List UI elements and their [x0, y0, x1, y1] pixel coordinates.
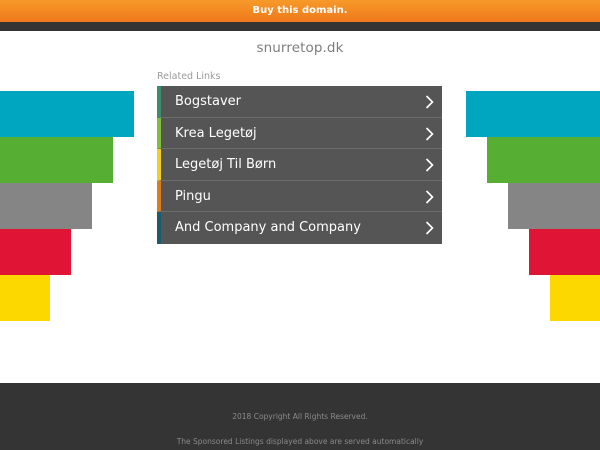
decor-bar-left-1 — [0, 91, 134, 137]
related-link-label: Bogstaver — [175, 94, 241, 109]
decor-bar-left-2 — [0, 137, 113, 183]
related-link-label: Legetøj Til Børn — [175, 157, 277, 173]
copyright-text: 2018 Copyright All Rights Reserved. — [232, 412, 368, 421]
related-link-pingu[interactable]: Pingu — [157, 180, 442, 213]
decor-bar-right-5 — [550, 275, 600, 321]
related-link-label: And Company and Company — [175, 220, 361, 236]
footer: 2018 Copyright All Rights Reserved. The … — [0, 383, 600, 450]
header-divider — [0, 22, 600, 31]
related-link-bogstaver[interactable]: Bogstaver — [157, 86, 442, 118]
related-link-legetoj-til-born[interactable]: Legetøj Til Børn — [157, 149, 442, 181]
decor-bar-left-3 — [0, 183, 92, 229]
buy-domain-banner[interactable]: Buy this domain. — [0, 0, 600, 22]
related-link-krea-legetoj[interactable]: Krea Legetøj — [157, 117, 442, 150]
related-link-and-company[interactable]: And Company and Company — [157, 212, 442, 244]
disclaimer-text: The Sponsored Listings displayed above a… — [176, 437, 424, 446]
decor-bar-right-4 — [529, 229, 600, 275]
related-link-label: Krea Legetøj — [175, 125, 257, 141]
related-link-label: Pingu — [175, 188, 211, 204]
chevron-right-icon — [425, 190, 434, 204]
decor-bar-right-3 — [508, 183, 600, 229]
chevron-right-icon — [425, 221, 434, 235]
related-links-heading: Related Links — [157, 71, 221, 82]
decor-bar-right-1 — [466, 91, 600, 137]
domain-title: snurretop.dk — [256, 40, 344, 56]
chevron-right-icon — [425, 95, 434, 109]
chevron-right-icon — [425, 127, 434, 141]
chevron-right-icon — [425, 158, 434, 172]
related-links-list: Bogstaver Krea Legetøj Legetøj Til Børn … — [157, 86, 442, 244]
decor-bar-left-4 — [0, 229, 71, 275]
decor-bar-left-5 — [0, 275, 50, 321]
decor-bar-right-2 — [487, 137, 600, 183]
buy-domain-link[interactable]: Buy this domain. — [252, 5, 347, 16]
